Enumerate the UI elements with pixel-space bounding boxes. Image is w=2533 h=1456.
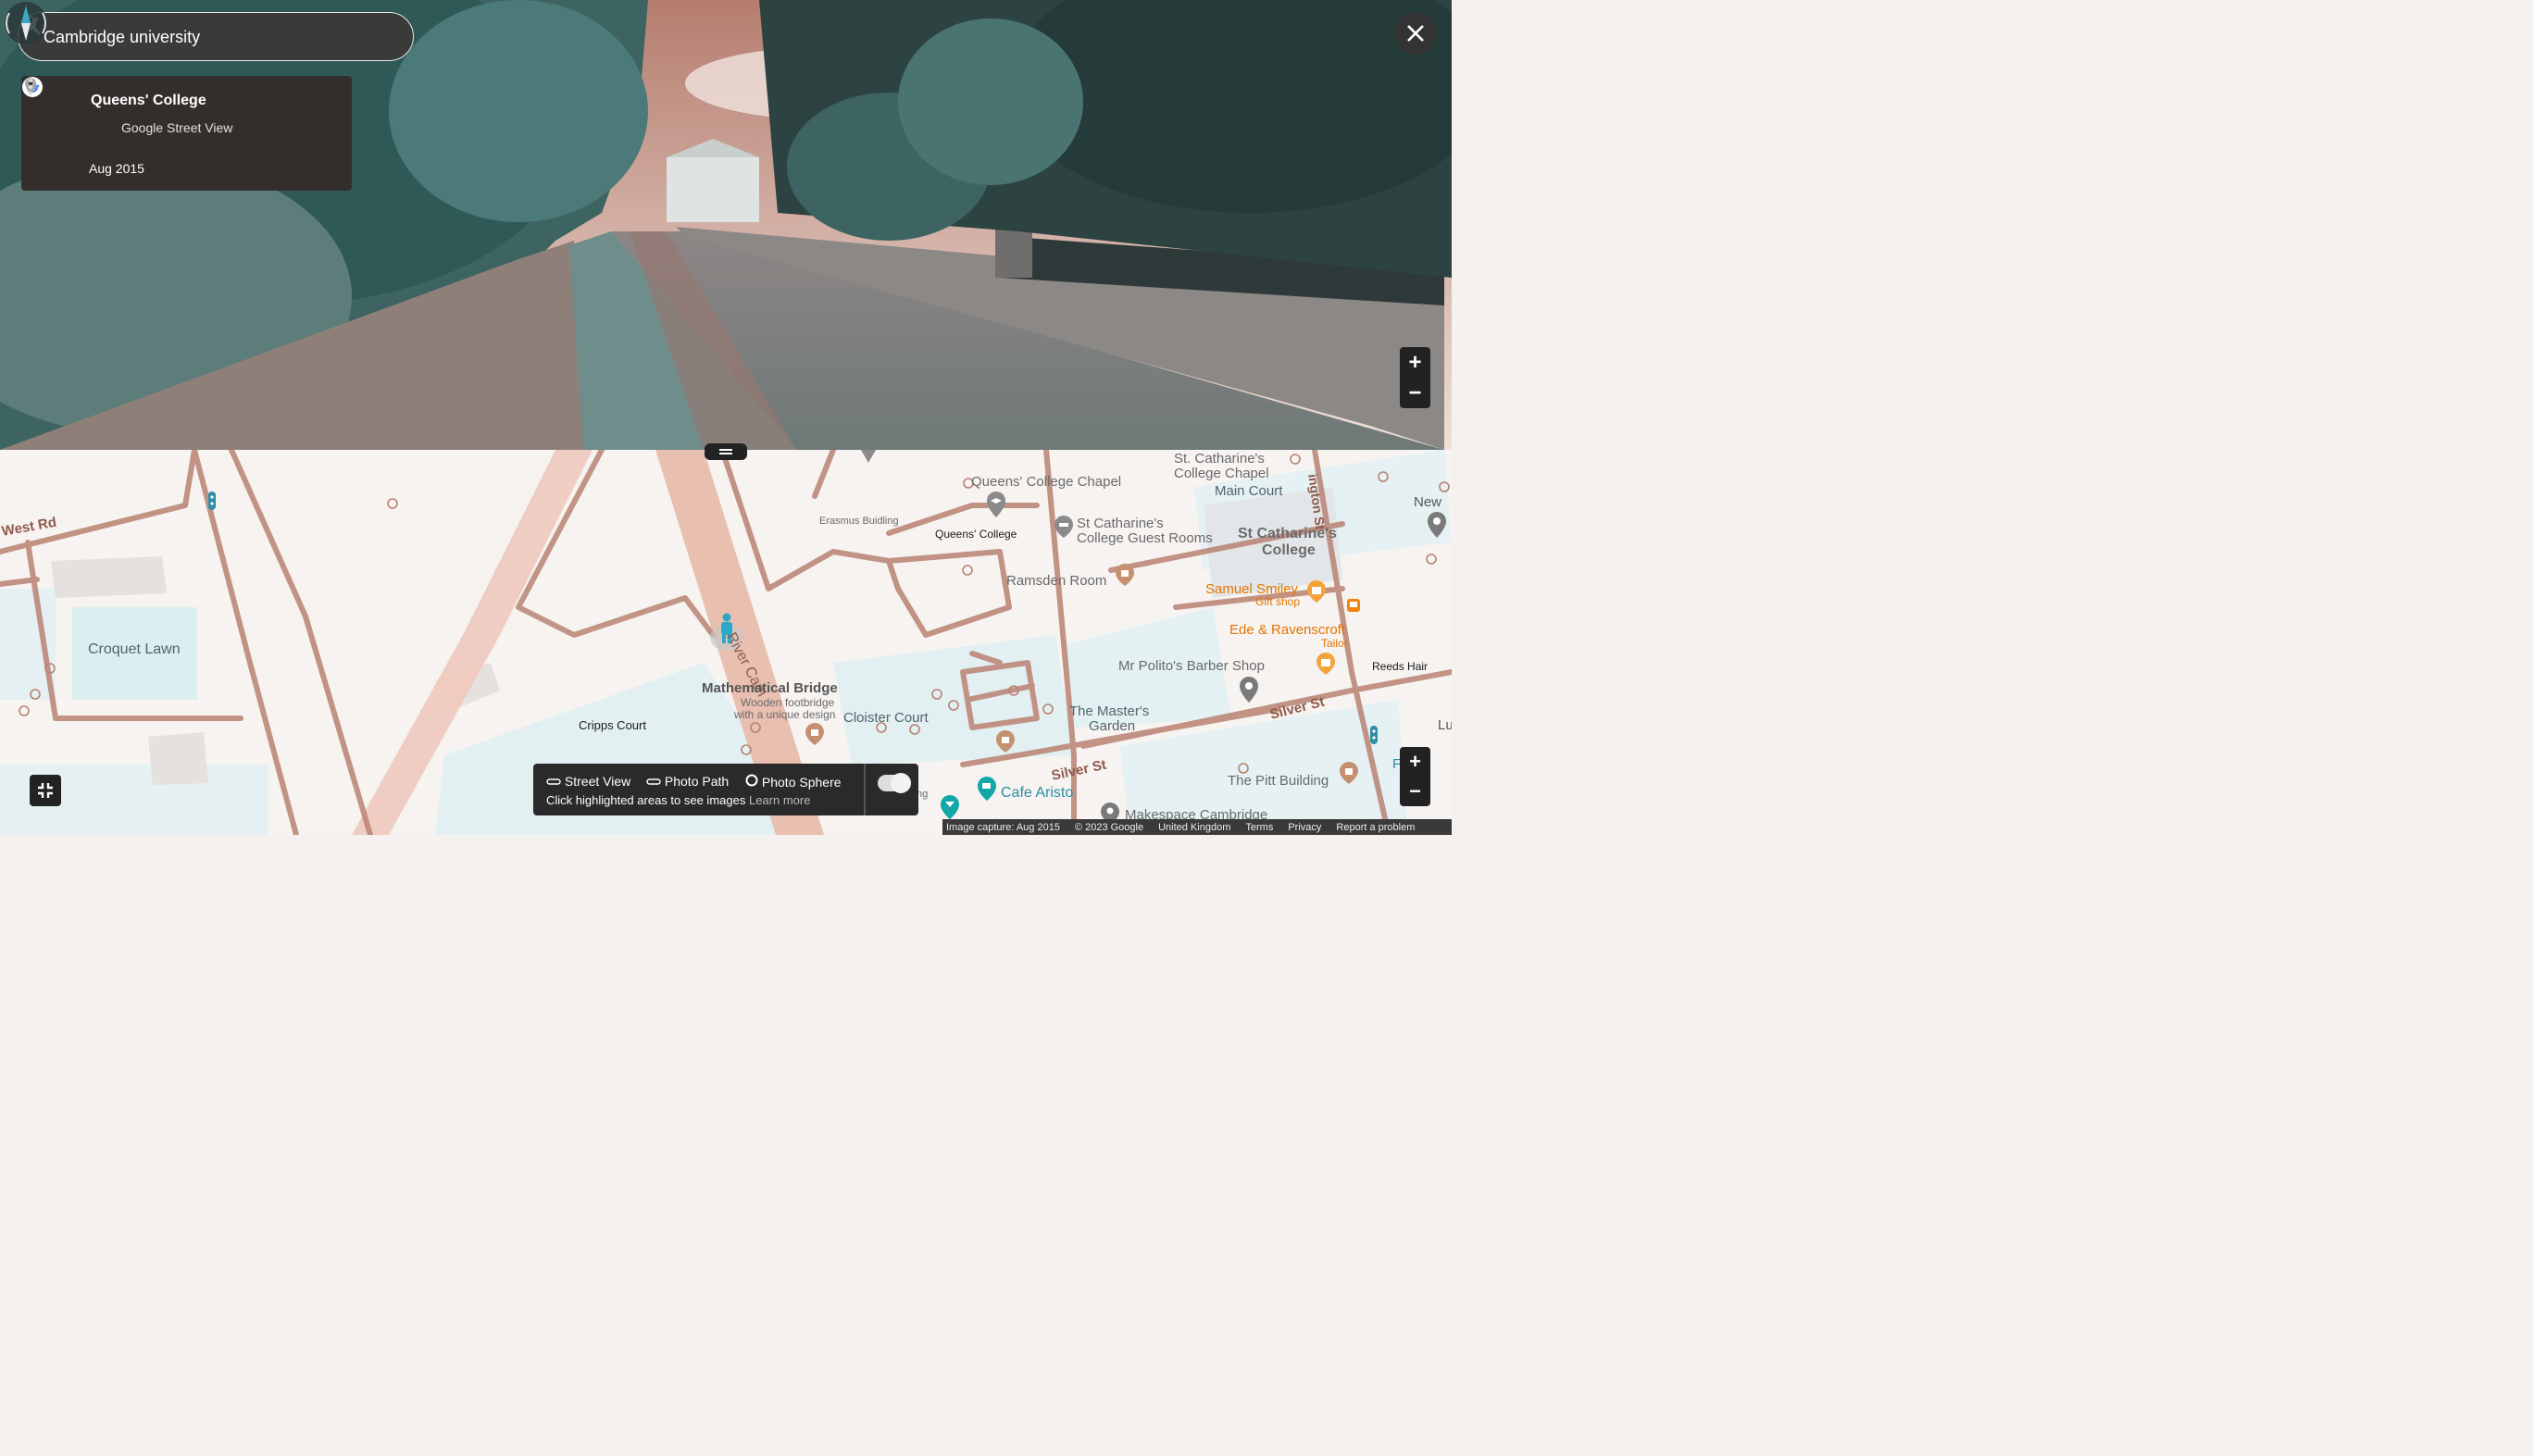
label-ramsden-room: Ramsden Room: [1006, 573, 1107, 589]
label-st-catharines-chapel-1: St. Catharine's: [1174, 451, 1265, 467]
map-zoom-out-icon[interactable]: −: [1400, 777, 1430, 806]
footer-copyright: © 2023 Google: [1074, 821, 1144, 833]
bus-stop-icon[interactable]: [1347, 599, 1360, 612]
label-main-court: Main Court: [1215, 483, 1283, 499]
street-view-zoom-control: + −: [1400, 347, 1430, 408]
cloister-marker-icon[interactable]: [995, 729, 1016, 753]
label-croquet-lawn: Croquet Lawn: [88, 641, 181, 657]
zoom-in-icon[interactable]: +: [1400, 347, 1430, 378]
footer-image-capture: Image capture: Aug 2015: [946, 821, 1060, 833]
label-masters-garden-1: The Master's: [1069, 703, 1150, 719]
footer-report-problem-link[interactable]: Report a problem: [1336, 822, 1415, 833]
footer-terms-link[interactable]: Terms: [1245, 822, 1273, 833]
label-st-catharines-college-2: College: [1262, 542, 1316, 558]
panel-resize-handle[interactable]: [705, 443, 747, 460]
legend-street-view: Street View: [546, 774, 630, 789]
legend-street-view-label: Street View: [564, 774, 631, 789]
legend-photo-path: Photo Path: [646, 774, 729, 789]
transit-stop-icon[interactable]: [1370, 726, 1378, 744]
close-street-view-button[interactable]: [1394, 12, 1437, 55]
label-new: New: [1414, 494, 1442, 510]
gift-shop-marker-icon[interactable]: [1306, 579, 1327, 604]
triangle-marker-icon: [861, 450, 876, 463]
legend-photo-sphere-label: Photo Sphere: [761, 775, 842, 790]
label-st-catharines-chapel-2: College Chapel: [1174, 466, 1269, 481]
label-ede-ravenscroft: Ede & Ravenscroft: [1229, 622, 1346, 638]
label-cafe-aristo: Cafe Aristo: [1001, 785, 1074, 801]
map-zoom-in-icon[interactable]: +: [1400, 747, 1430, 777]
footer-country[interactable]: United Kingdom: [1158, 822, 1230, 833]
panorama-image: [0, 0, 1452, 450]
imagery-source: Google Street View: [121, 120, 233, 135]
zoom-out-icon[interactable]: −: [1400, 378, 1430, 408]
street-view-legend: Street View Photo Path Photo Sphere Clic…: [533, 764, 918, 815]
cafe-marker-icon[interactable]: [976, 776, 998, 802]
collapse-map-button[interactable]: [30, 775, 61, 806]
tailor-marker-icon[interactable]: [1316, 652, 1336, 676]
photo-sphere-circle-icon: [745, 774, 758, 787]
label-tailor: Tailor: [1321, 637, 1348, 650]
close-icon: [1407, 25, 1424, 42]
footer-privacy-link[interactable]: Privacy: [1288, 822, 1321, 833]
search-input[interactable]: Cambridge university: [44, 28, 200, 47]
compass-icon[interactable]: [0, 0, 52, 46]
legend-photo-sphere: Photo Sphere: [745, 774, 842, 790]
map-zoom-control: + −: [1400, 747, 1430, 806]
label-mr-polito: Mr Polito's Barber Shop: [1118, 658, 1265, 674]
photo-path-line-icon: [646, 778, 661, 785]
learn-more-link[interactable]: Learn more: [749, 793, 810, 807]
label-queens-college-chapel: Queens' College Chapel: [971, 474, 1122, 490]
college-marker-icon[interactable]: [985, 491, 1007, 518]
label-mathematical-bridge: Mathematical Bridge: [702, 680, 838, 696]
transit-stop-icon[interactable]: [208, 492, 216, 510]
more-vert-icon[interactable]: [21, 76, 40, 98]
place-marker-icon[interactable]: [1426, 511, 1448, 539]
street-view-layer-toggle[interactable]: [878, 773, 911, 793]
label-st-catharines-guest-1: St Catharine's: [1077, 516, 1164, 531]
label-erasmus-building: Erasmus Buidling: [819, 516, 899, 527]
street-view-panorama[interactable]: Cambridge university Queens' College Goo…: [0, 0, 1452, 450]
label-lu: Lu: [1438, 717, 1452, 733]
barber-marker-icon[interactable]: [1238, 676, 1260, 703]
label-math-bridge-desc-2: with a unique design: [734, 708, 836, 721]
landmark-marker-icon[interactable]: [1115, 563, 1135, 587]
legend-divider: [864, 764, 866, 815]
place-title: Queens' College: [91, 93, 206, 108]
label-st-catharines-guest-2: College Guest Rooms: [1077, 530, 1213, 546]
label-math-bridge-desc-1: Wooden footbridge: [741, 696, 835, 709]
label-pitt-building: The Pitt Building: [1228, 773, 1329, 789]
collapse-icon: [38, 783, 53, 798]
map-footer: Image capture: Aug 2015 © 2023 Google Un…: [942, 819, 1452, 835]
label-queens-college: Queens' College: [935, 528, 1017, 541]
label-gift-shop: Gift shop: [1255, 595, 1301, 608]
bridge-marker-icon[interactable]: [805, 722, 825, 746]
place-info-card: Queens' College Google Street View Aug 2…: [21, 76, 352, 191]
capture-date: Aug 2015: [89, 161, 144, 176]
legend-photo-path-label: Photo Path: [664, 774, 730, 789]
toggle-knob: [891, 773, 911, 793]
pitt-building-marker-icon[interactable]: [1339, 761, 1359, 785]
legend-hint-text: Click highlighted areas to see images: [546, 793, 746, 807]
label-masters-garden-2: Garden: [1089, 718, 1136, 734]
search-box[interactable]: Cambridge university: [18, 12, 414, 61]
legend-hint: Click highlighted areas to see images Le…: [546, 793, 810, 807]
label-cloister-court: Cloister Court: [843, 710, 929, 726]
label-reeds-hair: Reeds Hair: [1372, 660, 1429, 673]
street-view-line-icon: [546, 778, 561, 785]
label-cripps-court: Cripps Court: [579, 718, 646, 732]
bar-marker-icon[interactable]: [939, 794, 961, 820]
hotel-marker-icon[interactable]: [1054, 515, 1074, 539]
